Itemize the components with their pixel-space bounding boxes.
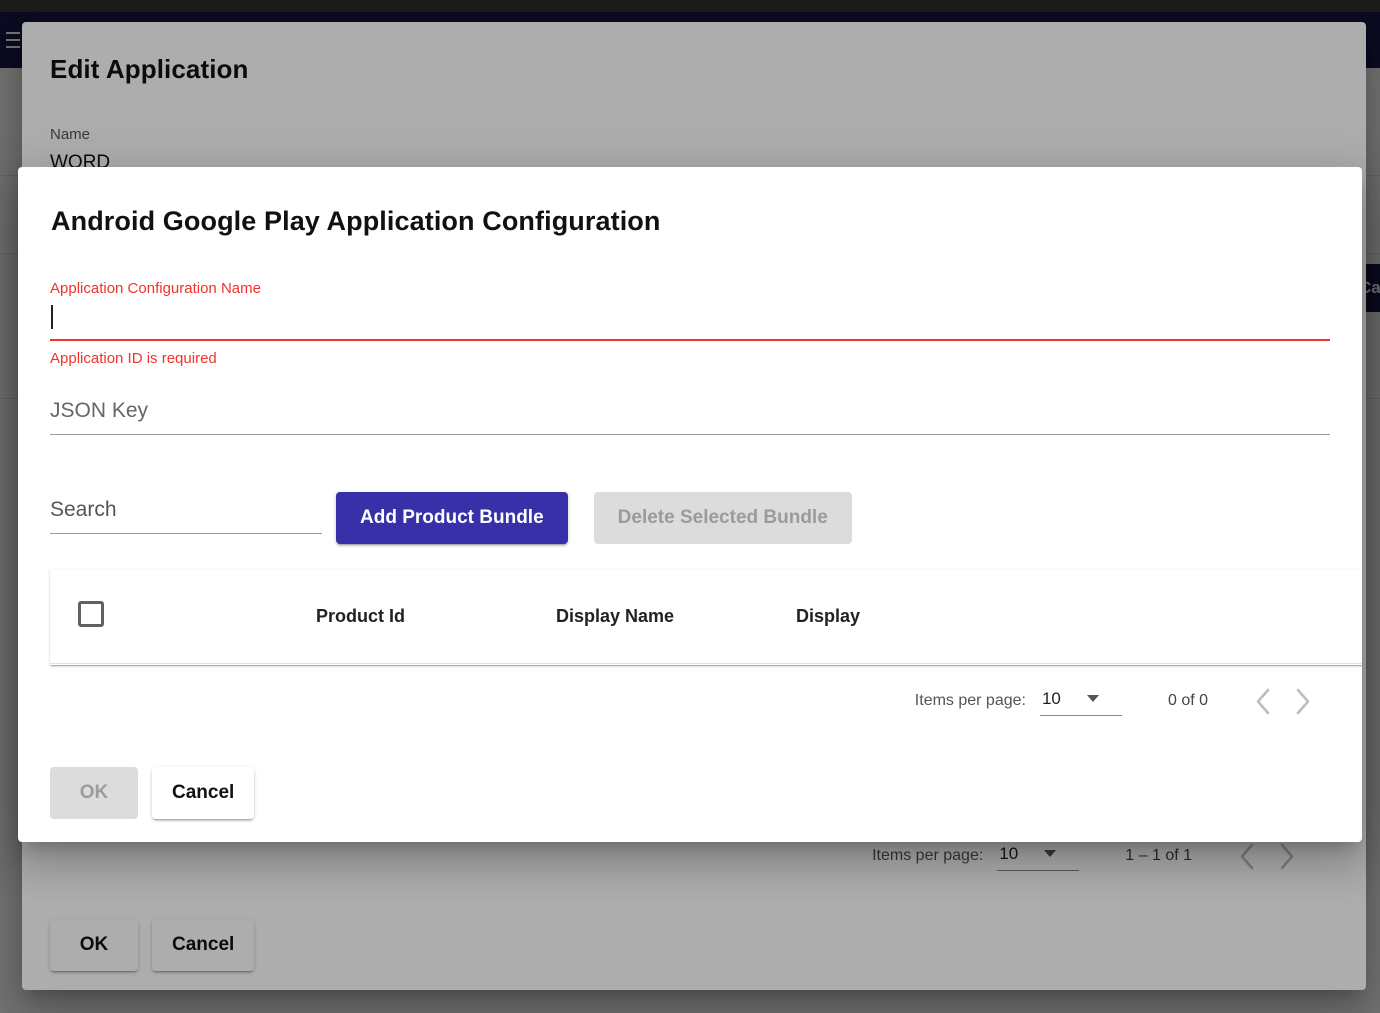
select-all-checkbox[interactable] xyxy=(78,601,104,627)
inner-page-range-label: 0 of 0 xyxy=(1168,692,1208,710)
inner-dialog-actions: OK Cancel xyxy=(50,767,254,819)
add-product-bundle-button[interactable]: Add Product Bundle xyxy=(336,492,568,544)
table-header-row: Product Id Display Name Display xyxy=(50,569,1362,664)
inner-next-page-button[interactable] xyxy=(1282,681,1322,721)
column-header-product-id: Product Id xyxy=(316,606,556,627)
inner-paginator: Items per page: 10 0 of 0 xyxy=(18,673,1362,729)
product-bundle-table: Product Id Display Name Display xyxy=(50,569,1362,665)
bundle-toolbar: Search Add Product Bundle Delete Selecte… xyxy=(50,492,852,544)
inner-cancel-button[interactable]: Cancel xyxy=(152,767,254,819)
json-key-field[interactable]: JSON Key xyxy=(50,399,1330,435)
search-placeholder: Search xyxy=(50,498,322,533)
select-all-checkbox-cell xyxy=(78,601,316,632)
android-google-play-application-configuration-dialog: Android Google Play Application Configur… xyxy=(18,167,1362,842)
application-configuration-name-field: Application Configuration Name Applicati… xyxy=(50,280,1330,367)
chevron-left-icon xyxy=(1254,688,1271,715)
application-configuration-name-error: Application ID is required xyxy=(50,350,1330,367)
application-configuration-name-input[interactable] xyxy=(50,303,1330,341)
inner-items-per-page-label: Items per page: xyxy=(915,692,1026,710)
search-input[interactable]: Search xyxy=(50,492,322,534)
inner-dialog-title: Android Google Play Application Configur… xyxy=(51,206,660,237)
delete-selected-bundle-button: Delete Selected Bundle xyxy=(594,492,852,544)
json-key-placeholder: JSON Key xyxy=(50,399,1330,434)
text-caret xyxy=(51,305,53,329)
inner-ok-button: OK xyxy=(50,767,138,819)
inner-previous-page-button[interactable] xyxy=(1242,681,1282,721)
column-header-display-name: Display Name xyxy=(556,606,796,627)
inner-page-size-value: 10 xyxy=(1042,689,1061,709)
application-configuration-name-label: Application Configuration Name xyxy=(50,280,1330,297)
json-key-underline xyxy=(50,434,1330,435)
inner-page-size-select[interactable]: 10 xyxy=(1040,687,1122,716)
column-header-display: Display xyxy=(796,606,1036,627)
search-underline xyxy=(50,533,322,534)
chevron-right-icon xyxy=(1294,688,1311,715)
chevron-down-icon xyxy=(1087,695,1099,702)
